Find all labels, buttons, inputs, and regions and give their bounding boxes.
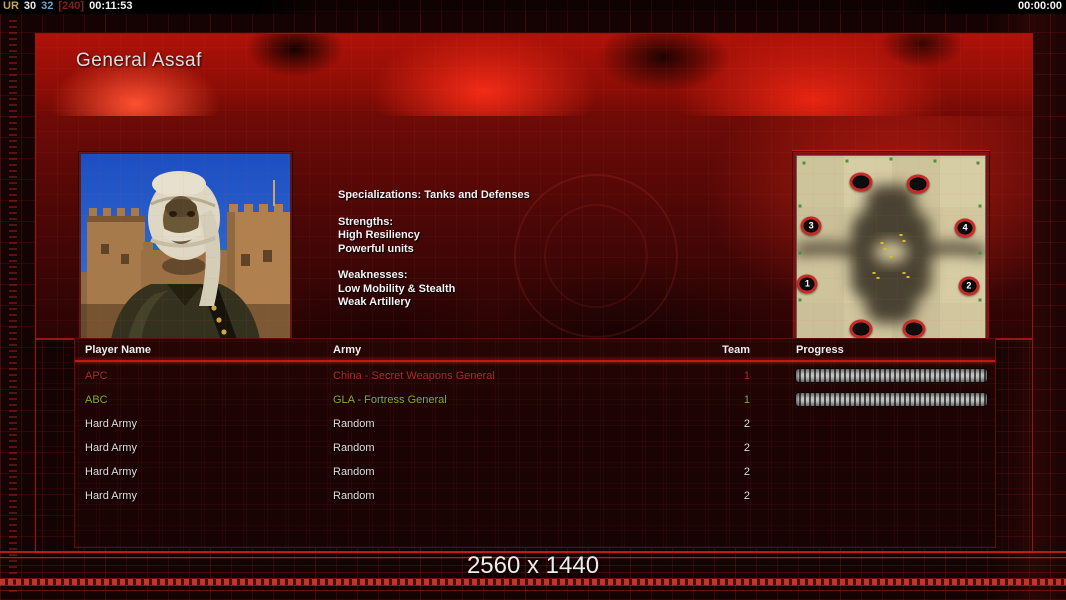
supply-spot-marker xyxy=(849,319,873,339)
target-ring-decor xyxy=(544,204,648,308)
col-progress: Progress xyxy=(796,344,844,356)
player-team: 2 xyxy=(743,442,750,454)
header-divider xyxy=(75,360,995,362)
player-name: Hard Army xyxy=(85,466,137,478)
player-army: Random xyxy=(333,418,375,430)
player-army: China - Secret Weapons General xyxy=(333,370,495,382)
debug-top-bar: UR 30 32 [240] 00:11:53 00:00:00 xyxy=(0,0,1066,14)
player-name: Hard Army xyxy=(85,442,137,454)
supply-spot-marker xyxy=(902,319,926,339)
resolution-label: 2560 x 1440 xyxy=(466,552,600,579)
explosion-banner: General Assaf xyxy=(36,34,1032,116)
player-army: Random xyxy=(333,442,375,454)
table-row: Hard Army Random 2 xyxy=(75,412,995,436)
start-position-marker-1: 1 xyxy=(796,274,818,294)
table-row: Hard Army Random 2 xyxy=(75,484,995,508)
weaknesses-label: Weaknesses: xyxy=(338,269,408,281)
map-preview: 3 4 1 2 xyxy=(793,152,989,354)
info-line: Powerful units xyxy=(338,242,414,255)
player-team: 2 xyxy=(743,418,750,430)
system-stats: UR 30 32 [240] 00:11:53 xyxy=(3,0,138,13)
col-army: Army xyxy=(333,344,362,356)
supply-spot-marker xyxy=(849,172,873,192)
player-army: Random xyxy=(333,490,375,502)
weaknesses-list: Low Mobility & Stealth Weak Artillery xyxy=(338,283,530,310)
player-name: APC xyxy=(85,370,108,382)
stat-item: [240] xyxy=(58,0,85,12)
general-info-section: Specializations: Tanks and Defenses Stre… xyxy=(36,116,1032,358)
player-army: Random xyxy=(333,466,375,478)
page-title: General Assaf xyxy=(76,50,202,71)
left-tick-strip xyxy=(9,20,17,592)
general-description: Specializations: Tanks and Defenses Stre… xyxy=(338,189,530,310)
player-name: Hard Army xyxy=(85,418,137,430)
table-row: ABC GLA - Fortress General 1 xyxy=(75,388,995,412)
table-header: Player Name Army Team Progress xyxy=(75,341,995,359)
specializations-line: Specializations: Tanks and Defenses xyxy=(338,189,530,201)
stat-item: 32 xyxy=(41,0,54,12)
info-line: High Resiliency xyxy=(338,229,420,241)
progress-bar xyxy=(796,393,987,406)
player-table: Player Name Army Team Progress APC China … xyxy=(74,338,996,548)
loading-screen: UR 30 32 [240] 00:11:53 00:00:00 General Ass… xyxy=(0,0,1066,600)
table-row: Hard Army Random 2 xyxy=(75,436,995,460)
player-team: 2 xyxy=(743,490,750,502)
info-line: Low Mobility & Stealth xyxy=(338,282,456,295)
player-team: 1 xyxy=(743,370,750,382)
general-portrait xyxy=(79,152,292,358)
player-army: GLA - Fortress General xyxy=(333,394,447,406)
strengths-label: Strengths: xyxy=(338,215,393,228)
map-terrain xyxy=(796,185,986,323)
table-row: Hard Army Random 2 xyxy=(75,460,995,484)
player-team: 1 xyxy=(743,394,750,406)
stat-item: UR xyxy=(3,0,19,12)
progress-bar xyxy=(796,369,987,382)
table-row: APC China - Secret Weapons General 1 xyxy=(75,364,995,388)
footer-line xyxy=(0,590,1066,591)
supply-spot-marker xyxy=(906,174,930,194)
match-info-panel: General Assaf Specializations: Tanks and… xyxy=(35,33,1033,553)
start-position-marker-4: 4 xyxy=(954,218,976,238)
game-timer: 00:00:00 xyxy=(1017,0,1062,12)
col-player-name: Player Name xyxy=(85,344,152,356)
col-team: Team xyxy=(722,344,750,356)
strengths-list: High Resiliency Powerful units xyxy=(338,229,530,256)
start-position-marker-3: 3 xyxy=(800,216,822,236)
player-name: Hard Army xyxy=(85,490,137,502)
stat-item: 00:11:53 xyxy=(89,0,133,12)
stat-item: 30 xyxy=(23,0,37,12)
player-team: 2 xyxy=(743,466,750,478)
player-name: ABC xyxy=(85,394,108,406)
info-line: Weak Artillery xyxy=(338,296,411,308)
start-position-marker-2: 2 xyxy=(958,276,980,296)
